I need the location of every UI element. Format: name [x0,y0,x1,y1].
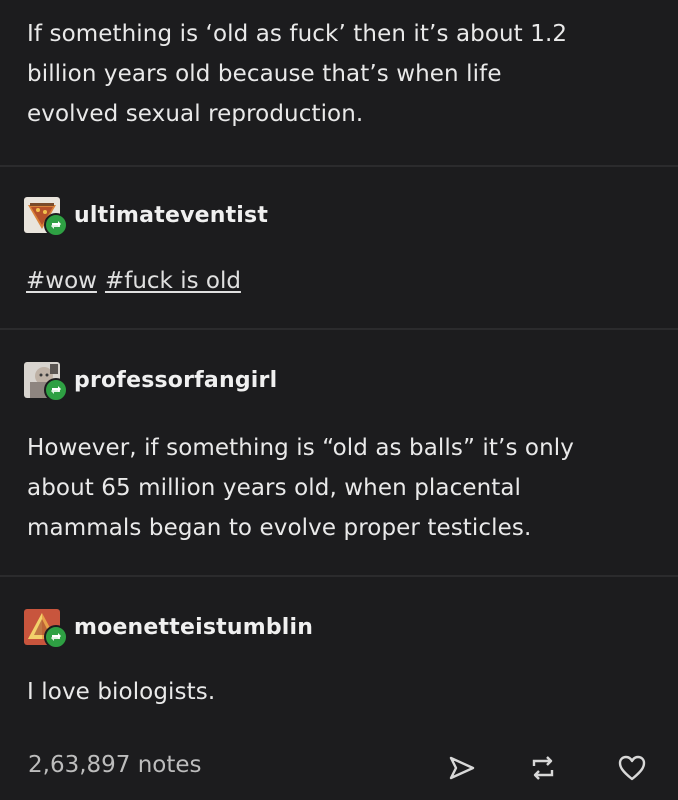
divider [0,165,678,167]
tag-link[interactable]: #fuck is old [105,268,241,294]
reblog-text-line: However, if something is “old as balls” … [27,435,574,461]
avatar-professorfangirl-icon[interactable] [24,362,68,402]
post-footer: 2,63,897 notes [0,740,678,800]
divider [0,328,678,330]
post-text-line: If something is ‘old as fuck’ then it’s … [27,21,568,47]
reblog-header[interactable]: moenetteistumblin [24,609,313,649]
username[interactable]: professorfangirl [74,368,277,393]
reblog-badge-icon [44,378,68,402]
reblog-header[interactable]: professorfangirl [24,362,277,402]
divider [0,575,678,577]
avatar-moenetteistumblin-icon[interactable] [24,609,68,649]
reblog-badge-icon [44,213,68,237]
post-text-line: billion years old because that’s when li… [27,61,502,87]
reblog-text-line: about 65 million years old, when placent… [27,475,522,501]
reblog-icon[interactable] [527,752,559,784]
post-text-line: evolved sexual reproduction. [27,101,364,127]
avatar-ultimateventist-icon[interactable] [24,197,68,237]
reblog-text-line: I love biologists. [27,679,216,705]
reblog-text-line: mammals began to evolve proper testicles… [27,515,532,541]
username[interactable]: moenetteistumblin [74,615,313,640]
reblog-body: However, if something is “old as balls” … [27,428,574,548]
reblog-header[interactable]: ultimateventist [24,197,268,237]
tag-list: #wow #fuck is old [26,268,249,294]
username[interactable]: ultimateventist [74,203,268,228]
heart-icon[interactable] [616,752,648,784]
notes-count[interactable]: 2,63,897 notes [28,752,202,778]
reblog-body: I love biologists. [27,672,215,712]
reblog-badge-icon [44,625,68,649]
tag-link[interactable]: #wow [26,268,97,294]
send-icon[interactable] [446,752,478,784]
